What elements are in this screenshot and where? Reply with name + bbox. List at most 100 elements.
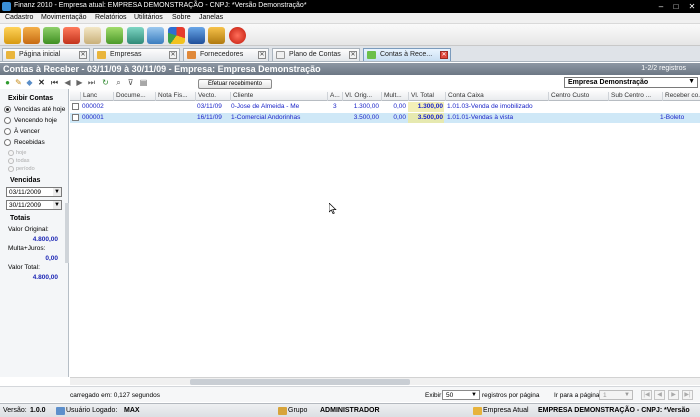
money-icon <box>367 51 376 59</box>
tools-icon[interactable] <box>208 27 225 44</box>
refresh-icon[interactable]: ↻ <box>101 78 110 87</box>
chevron-down-icon[interactable]: ▼ <box>53 188 61 196</box>
date-to-field[interactable]: 30/11/2009 ▼ <box>6 200 62 210</box>
group-icon <box>278 407 287 415</box>
save-icon[interactable] <box>188 27 205 44</box>
search-icon[interactable]: ⌕ <box>114 78 123 87</box>
row-checkbox[interactable] <box>72 103 79 110</box>
efetuar-recebimento-button[interactable]: Efetuar recebimento <box>198 79 272 89</box>
cash-icon[interactable] <box>106 27 123 44</box>
suppliers-icon[interactable] <box>23 27 40 44</box>
first-page-button[interactable]: |◀ <box>641 390 652 400</box>
filter-icon[interactable]: ⊽ <box>126 78 135 87</box>
receivable-icon[interactable] <box>63 27 80 44</box>
radio-vencendo-hoje[interactable] <box>4 117 11 124</box>
add-icon[interactable]: ● <box>3 78 12 87</box>
col-cliente[interactable]: Cliente <box>230 92 326 101</box>
col-a[interactable]: A... <box>327 92 341 101</box>
col-multa[interactable]: Mult... <box>381 92 407 101</box>
col-conta-caixa[interactable]: Conta Caixa <box>445 92 547 101</box>
last-icon[interactable]: ⏭ <box>87 78 96 87</box>
company-value: EMPRESA DEMONSTRAÇÃO - CNPJ: <box>538 407 663 414</box>
tab-empresas[interactable]: Empresas ✕ <box>93 48 180 61</box>
vencidas-title: Vencidas <box>10 177 41 184</box>
menu-utilitarios[interactable]: Utilitários <box>134 14 163 21</box>
col-vl-original[interactable]: Vl. Orig... <box>342 92 380 101</box>
home-icon <box>6 51 15 59</box>
exibir-contas-title: Exibir Contas <box>8 95 54 102</box>
page-title: Contas à Receber - 03/11/09 à 30/11/09 -… <box>3 64 321 74</box>
close-icon[interactable]: ✕ <box>169 51 177 59</box>
print-icon[interactable]: ▤ <box>139 78 148 87</box>
report-icon[interactable] <box>147 27 164 44</box>
users-icon[interactable] <box>4 27 21 44</box>
transfer-icon[interactable] <box>127 27 144 44</box>
tab-plano-de-contas[interactable]: Plano de Contas ✕ <box>272 48 360 61</box>
action-toolbar: ● ✎ ◆ ✕ ⏮ ◀ ▶ ⏭ ↻ ⌕ ⊽ ▤ <box>0 76 160 89</box>
tab-fornecedores[interactable]: Fornecedores ✕ <box>183 48 269 61</box>
first-icon[interactable]: ⏮ <box>50 78 59 87</box>
menu-relatorios[interactable]: Relatórios <box>95 14 127 21</box>
page-header: Contas à Receber - 03/11/09 à 30/11/09 -… <box>0 63 700 75</box>
col-sub-centro[interactable]: Sub Centro ... <box>608 92 661 101</box>
date-from-field[interactable]: 03/11/2009 ▼ <box>6 187 62 197</box>
menu-cadastro[interactable]: Cadastro <box>5 14 33 21</box>
tab-contas-a-receber[interactable]: Contas à Rece... ✕ <box>363 48 451 61</box>
close-icon[interactable]: ✕ <box>79 51 87 59</box>
last-page-button[interactable]: ▶| <box>682 390 693 400</box>
status-bar: Versão: 1.0.0 Usuário Logado: MAX Grupo … <box>0 403 700 417</box>
copy-icon[interactable]: ◆ <box>25 78 34 87</box>
mouse-cursor-icon <box>329 203 337 214</box>
menu-movimentacao[interactable]: Movimentação <box>41 14 87 21</box>
scroll-thumb[interactable] <box>190 379 410 385</box>
company-icon <box>473 407 482 415</box>
table-row[interactable]: 000002 03/11/09 0-Jose de Almeida - Me 3… <box>70 102 700 112</box>
radio-hoje <box>8 150 14 156</box>
prev-icon[interactable]: ◀ <box>63 78 72 87</box>
close-icon[interactable]: ✕ <box>440 51 448 59</box>
empresa-select[interactable]: Empresa Demonstração ▼ <box>564 77 698 88</box>
main-toolbar <box>0 24 700 46</box>
menu-sobre[interactable]: Sobre <box>172 14 191 21</box>
company-icon <box>97 51 106 59</box>
next-page-button[interactable]: ▶ <box>668 390 679 400</box>
chart-icon[interactable] <box>168 27 185 44</box>
close-icon[interactable]: ✕ <box>349 51 357 59</box>
chevron-down-icon: ▼ <box>624 392 630 398</box>
col-vecto[interactable]: Vecto. <box>195 92 229 101</box>
delete-icon[interactable]: ✕ <box>37 78 46 87</box>
col-receber-com[interactable]: Receber co... <box>662 92 700 101</box>
minimize-button[interactable]: – <box>655 2 667 11</box>
tab-bar: Página inicial ✕ Empresas ✕ Fornecedores… <box>0 46 700 62</box>
col-centro-custo[interactable]: Centro Custo <box>548 92 607 101</box>
close-icon[interactable]: ✕ <box>258 51 266 59</box>
money-icon[interactable] <box>43 27 60 44</box>
radio-vencidas-ate-hoje[interactable] <box>4 106 11 113</box>
next-icon[interactable]: ▶ <box>75 78 84 87</box>
table-row[interactable]: 000001 16/11/09 1-Comercial Andorinhas 3… <box>70 113 700 123</box>
notes-icon[interactable] <box>84 27 101 44</box>
edit-icon[interactable]: ✎ <box>14 78 23 87</box>
radio-a-vencer[interactable] <box>4 128 11 135</box>
col-documento[interactable]: Docume... <box>113 92 154 101</box>
col-nota-fiscal[interactable]: Nota Fis... <box>155 92 194 101</box>
radio-todas <box>8 158 14 164</box>
row-checkbox[interactable] <box>72 114 79 121</box>
power-icon[interactable] <box>229 27 246 44</box>
window-title: Finanz 2010 - Empresa atual: EMPRESA DEM… <box>14 2 307 9</box>
per-page-select[interactable]: 50 ▼ <box>442 390 480 400</box>
col-lanc[interactable]: Lanc <box>80 92 112 101</box>
col-vl-total[interactable]: Vl. Total <box>408 92 444 101</box>
menu-janelas[interactable]: Janelas <box>199 14 223 21</box>
prev-page-button[interactable]: ◀ <box>654 390 665 400</box>
maximize-button[interactable]: □ <box>670 2 682 11</box>
close-window-button[interactable]: ✕ <box>686 2 698 11</box>
horizontal-scrollbar[interactable] <box>70 377 700 385</box>
radio-recebidas[interactable] <box>4 139 11 146</box>
page-select[interactable]: 1 ▼ <box>599 390 633 400</box>
chevron-down-icon[interactable]: ▼ <box>53 201 61 209</box>
tab-pagina-inicial[interactable]: Página inicial ✕ <box>2 48 90 61</box>
version-tag: *Versão <box>664 407 690 414</box>
user-icon <box>56 407 65 415</box>
left-panel-scrollbar[interactable] <box>65 203 69 263</box>
